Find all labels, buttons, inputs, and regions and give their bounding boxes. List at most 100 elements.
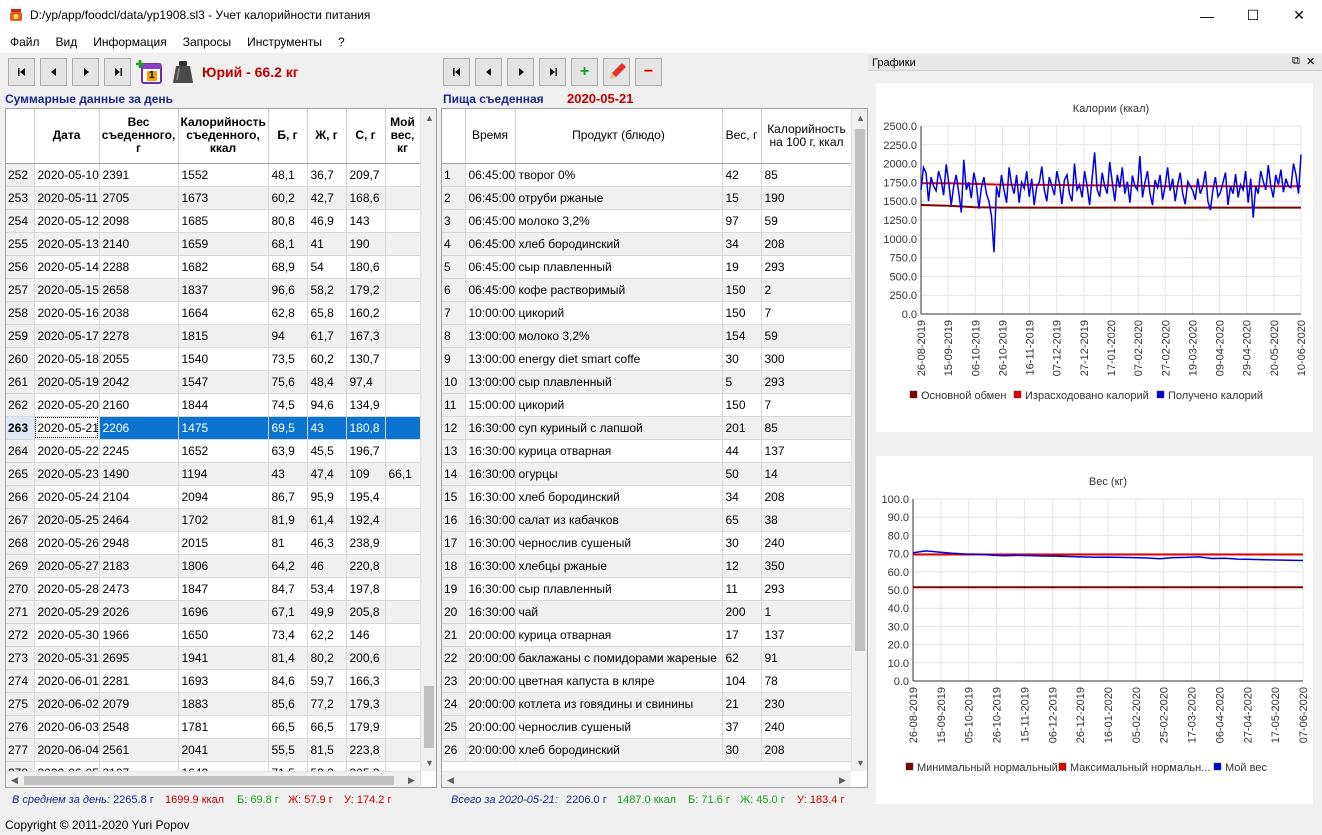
cell-fat[interactable]: 61,7: [307, 324, 347, 348]
cell-my-weight[interactable]: [385, 255, 421, 279]
cell-date[interactable]: 2020-05-21: [34, 416, 100, 440]
cell-my-weight[interactable]: [385, 416, 421, 440]
cell-rownum[interactable]: 1: [442, 163, 466, 187]
table-row[interactable]: 261 2020-05-19 2042 1547 75,6 48,4 97,4: [6, 370, 421, 394]
cell-kcal-per-100g[interactable]: 2: [761, 278, 853, 302]
scroll-left-arrow[interactable]: ◀: [6, 772, 23, 787]
cell-kcal-eaten[interactable]: 1847: [178, 577, 269, 601]
cell-rownum[interactable]: 8: [442, 324, 466, 348]
table-row[interactable]: 260 2020-05-18 2055 1540 73,5 60,2 130,7: [6, 347, 421, 371]
food-grid-vscroll[interactable]: ▲ ▼: [851, 109, 867, 771]
cell-protein[interactable]: 73,5: [268, 347, 308, 371]
table-row[interactable]: 271 2020-05-29 2026 1696 67,1 49,9 205,8: [6, 600, 421, 624]
cell-rownum[interactable]: 9: [442, 347, 466, 371]
cell-kcal-eaten[interactable]: 2015: [178, 531, 269, 555]
cell-kcal-per-100g[interactable]: 85: [761, 416, 853, 440]
cell-fat[interactable]: 95,9: [307, 485, 347, 509]
cell-fat[interactable]: 81,5: [307, 738, 347, 762]
cell-product[interactable]: отруби ржаные: [515, 186, 723, 210]
cell-kcal-per-100g[interactable]: 293: [761, 577, 853, 601]
cell-date[interactable]: 2020-05-17: [34, 324, 100, 348]
left-grid-vscroll-thumb[interactable]: [424, 686, 434, 748]
cell-kcal-eaten[interactable]: 1806: [178, 554, 269, 578]
table-row[interactable]: 274 2020-06-01 2281 1693 84,6 59,7 166,3: [6, 669, 421, 693]
cell-rownum[interactable]: 2: [442, 186, 466, 210]
table-row[interactable]: 15 16:30:00 хлеб бородинский 34 208: [442, 485, 853, 509]
cell-kcal-per-100g[interactable]: 208: [761, 485, 853, 509]
cell-my-weight[interactable]: [385, 301, 421, 325]
food-add-button[interactable]: +: [571, 58, 598, 86]
table-row[interactable]: 2 06:45:00 отруби ржаные 15 190: [442, 186, 853, 210]
cell-date[interactable]: 2020-06-02: [34, 692, 100, 716]
menu-help[interactable]: ?: [330, 35, 353, 49]
cell-kcal-eaten[interactable]: 1685: [178, 209, 269, 233]
cell-rownum[interactable]: 269: [6, 554, 35, 578]
cell-kcal-per-100g[interactable]: 300: [761, 347, 853, 371]
cell-weight[interactable]: 50: [722, 462, 762, 486]
cell-weight[interactable]: 34: [722, 485, 762, 509]
col-header-date[interactable]: Дата: [34, 109, 100, 164]
cell-fat[interactable]: 61,4: [307, 508, 347, 532]
cell-date[interactable]: 2020-06-04: [34, 738, 100, 762]
table-row[interactable]: 13 16:30:00 курица отварная 44 137: [442, 439, 853, 463]
cell-product[interactable]: цикорий: [515, 393, 723, 417]
table-row[interactable]: 20 16:30:00 чай 200 1: [442, 600, 853, 624]
cell-time[interactable]: 20:00:00: [465, 715, 516, 739]
cell-carbs[interactable]: 166,3: [346, 669, 386, 693]
cell-rownum[interactable]: 259: [6, 324, 35, 348]
cell-product[interactable]: курица отварная: [515, 623, 723, 647]
cell-rownum[interactable]: 3: [442, 209, 466, 233]
cell-kcal-eaten[interactable]: 1652: [178, 439, 269, 463]
table-row[interactable]: 9 13:00:00 energy diet smart coffe 30 300: [442, 347, 853, 371]
cell-kcal-eaten[interactable]: 1837: [178, 278, 269, 302]
cell-kcal-per-100g[interactable]: 293: [761, 255, 853, 279]
cell-time[interactable]: 20:00:00: [465, 692, 516, 716]
cell-rownum[interactable]: 253: [6, 186, 35, 210]
cell-kcal-per-100g[interactable]: 1: [761, 600, 853, 624]
cell-product[interactable]: молоко 3,2%: [515, 324, 723, 348]
scroll-up-arrow[interactable]: ▲: [852, 109, 867, 126]
cell-time[interactable]: 06:45:00: [465, 278, 516, 302]
cell-time[interactable]: 16:30:00: [465, 531, 516, 555]
cell-date[interactable]: 2020-05-14: [34, 255, 100, 279]
cell-kcal-per-100g[interactable]: 59: [761, 209, 853, 233]
cell-carbs[interactable]: 190: [346, 232, 386, 256]
cell-date[interactable]: 2020-05-24: [34, 485, 100, 509]
cell-carbs[interactable]: 205,8: [346, 600, 386, 624]
cell-weight[interactable]: 15: [722, 186, 762, 210]
cell-kcal-per-100g[interactable]: 137: [761, 439, 853, 463]
add-day-button[interactable]: 1: [136, 58, 164, 86]
last-record-button[interactable]: [104, 58, 131, 86]
cell-weight-eaten[interactable]: 2098: [99, 209, 179, 233]
cell-rownum[interactable]: 21: [442, 623, 466, 647]
cell-weight[interactable]: 104: [722, 669, 762, 693]
cell-fat[interactable]: 46,3: [307, 531, 347, 555]
cell-carbs[interactable]: 180,6: [346, 255, 386, 279]
cell-kcal-eaten[interactable]: 1194: [178, 462, 269, 486]
table-row[interactable]: 5 06:45:00 сыр плавленный 19 293: [442, 255, 853, 279]
menu-info[interactable]: Информация: [85, 35, 174, 49]
cell-protein[interactable]: 43: [268, 462, 308, 486]
table-row[interactable]: 254 2020-05-12 2098 1685 80,8 46,9 143: [6, 209, 421, 233]
left-grid-hscroll-thumb[interactable]: [24, 776, 394, 785]
table-row[interactable]: 26 20:00:00 хлеб бородинский 30 208: [442, 738, 853, 762]
cell-my-weight[interactable]: [385, 577, 421, 601]
cell-fat[interactable]: 65,8: [307, 301, 347, 325]
cell-rownum[interactable]: 24: [442, 692, 466, 716]
next-record-button[interactable]: [72, 58, 99, 86]
cell-weight[interactable]: 30: [722, 347, 762, 371]
cell-time[interactable]: 13:00:00: [465, 324, 516, 348]
cell-weight-eaten[interactable]: 2042: [99, 370, 179, 394]
cell-time[interactable]: 20:00:00: [465, 669, 516, 693]
cell-weight-eaten[interactable]: 2079: [99, 692, 179, 716]
col-header-kcal-eaten[interactable]: Калорийность съеденного, ккал: [178, 109, 269, 164]
table-row[interactable]: 257 2020-05-15 2658 1837 96,6 58,2 179,2: [6, 278, 421, 302]
cell-protein[interactable]: 62,8: [268, 301, 308, 325]
cell-kcal-per-100g[interactable]: 208: [761, 232, 853, 256]
cell-carbs[interactable]: 192,4: [346, 508, 386, 532]
cell-my-weight[interactable]: [385, 439, 421, 463]
cell-product[interactable]: кофе растворимый: [515, 278, 723, 302]
table-row[interactable]: 255 2020-05-13 2140 1659 68,1 41 190: [6, 232, 421, 256]
cell-product[interactable]: творог 0%: [515, 163, 723, 187]
cell-product[interactable]: курица отварная: [515, 439, 723, 463]
